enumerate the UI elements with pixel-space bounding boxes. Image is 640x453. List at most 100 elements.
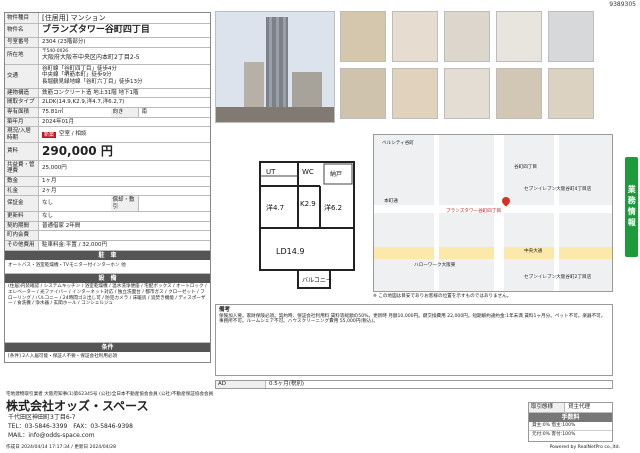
- map-note: ※ この地図は目安でありお客様の位置を示すものではありません。: [373, 294, 512, 299]
- equipment-text: (住居)内装確認 / システムキッチン / 浴室乾燥機 / 温水洗浄便座 / 宅…: [5, 283, 210, 344]
- guarantee: なし: [42, 200, 54, 207]
- label: 更新料: [5, 212, 39, 221]
- label: 物件名: [5, 24, 39, 38]
- label: 間取タイプ: [5, 98, 39, 107]
- management-fee: 25,000円: [42, 165, 67, 172]
- interior-photo: [340, 68, 386, 119]
- structure: 鉄筋コンクリート造 地上31階 地下1階: [42, 89, 139, 96]
- map-label: セブンイレブン大阪谷町4丁目店: [524, 187, 592, 192]
- plan-label: 納戸: [330, 170, 342, 178]
- label: 向き: [110, 107, 139, 117]
- interior-photo: [392, 68, 438, 119]
- conditions-heading: 条件: [5, 343, 210, 353]
- map-label: ベルシティ谷町: [382, 141, 414, 146]
- label: 保証金: [5, 196, 39, 212]
- new-badge: 新築: [42, 131, 57, 138]
- trade-label: 取引態様: [529, 403, 565, 412]
- access-line: 長堀鶴見緑地線「谷町六丁目」徒歩13分: [42, 78, 143, 85]
- interior-photo: [548, 11, 594, 62]
- equipment-heading: 設 備: [5, 273, 210, 284]
- label: 償却・敷引: [110, 196, 139, 212]
- interior-photo: [496, 68, 542, 119]
- label: 賃料: [5, 143, 39, 160]
- business-info-tab[interactable]: 業務情報: [625, 157, 638, 257]
- parking-heading: 駐 車: [5, 250, 210, 260]
- plan-label: バルコニー: [302, 277, 332, 284]
- contract-period: 普通借家 2年間: [42, 222, 81, 229]
- label: 町内会費: [5, 231, 39, 241]
- map-label: ハローワーク大阪東: [414, 263, 456, 268]
- ad-row: AD 0.5ヶ月(税別): [215, 380, 613, 389]
- plan-label: K2.9: [300, 200, 316, 208]
- interior-photo: [340, 11, 386, 62]
- sheet-number: 9389305: [609, 1, 636, 8]
- footer-right: Powered by RealNetPro co.,ltd.: [549, 445, 620, 450]
- tower-icon: [216, 12, 334, 122]
- label: 所在地: [5, 47, 39, 64]
- label: 現況/入居時期: [5, 127, 39, 143]
- conditions-text: [条件] 2人入居可能・保証人不要・保証会社利用必須: [8, 354, 118, 360]
- amortization: [139, 196, 211, 211]
- company-address: 千代田区神田町3丁目6-7: [8, 414, 76, 421]
- plan-label: 洋4.7: [266, 203, 284, 212]
- label: 契約期間: [5, 221, 39, 231]
- label: 建物構造: [5, 88, 39, 98]
- label: 専有面積: [5, 107, 39, 117]
- label: 敷金: [5, 176, 39, 186]
- ad-value: 0.5ヶ月(税別): [269, 381, 305, 388]
- interior-photo: [444, 68, 490, 119]
- fee-row: 元付:0% 客付:100%: [532, 431, 576, 437]
- rent: 290,000 円: [42, 144, 113, 159]
- map-label: ブランズタワー谷町四丁目: [446, 209, 502, 214]
- trade-box: 取引態様 貸主代理 手数料 貸主:0% 借主:100% 元付:0% 客付:100%: [528, 402, 613, 442]
- plan-label: WC: [302, 168, 314, 176]
- remarks-box: 備考 保険加入要。家財保険必須。契約時、保証会社利用料 賃料等総額の50%。更新…: [215, 304, 613, 376]
- map-label: セブンイレブン大阪谷町2丁目店: [524, 275, 592, 280]
- plan-label: UT: [266, 168, 276, 176]
- address: 大阪府大阪市中央区内本町2丁目2-5: [42, 54, 140, 62]
- plan-label: LD14.9: [276, 247, 304, 256]
- remarks-text: 保険加入要。家財保険必須。契約時、保証会社利用料 賃料等総額の50%。更新時 月…: [219, 313, 606, 325]
- area: 75.81㎡: [42, 108, 64, 115]
- floor-plan: UT WC 洋4.7 K2.9 洋6.2 LD14.9 バルコニー 納戸: [236, 136, 360, 296]
- built-date: 2024年01月: [42, 118, 74, 125]
- fee-heading: 手数料: [529, 412, 612, 422]
- label: 号室番号: [5, 38, 39, 47]
- map[interactable]: ベルシティ谷町 本町通 谷町四丁目 中央大通 ハローワーク大阪東 セブンイレブン…: [373, 134, 613, 292]
- room-number: 2304 (23階部分): [42, 39, 86, 46]
- building-photo: [215, 11, 335, 123]
- interior-photo: [548, 68, 594, 119]
- interior-photo: [392, 11, 438, 62]
- fee-row: 貸主:0% 借主:100%: [529, 422, 612, 431]
- company-mail: MAIL：info@odds-space.com: [8, 432, 95, 439]
- ad-label: AD: [216, 381, 266, 388]
- parking-text: オートバス・浴室乾燥機・TVモニター付インターホン 他: [5, 260, 210, 274]
- label: 築年月: [5, 117, 39, 127]
- floor-plan-drawing: UT WC 洋4.7 K2.9 洋6.2 LD14.9 バルコニー 納戸: [259, 161, 355, 289]
- map-label: 谷町四丁目: [514, 165, 537, 170]
- label: 交通: [5, 64, 39, 88]
- property-table: 物件種目 [住居用] マンション 物件名 ブランズタワー谷町四丁目 号室番号 2304…: [4, 12, 211, 364]
- deposit: 1ヶ月: [42, 177, 57, 184]
- property-name: ブランズタワー谷町四丁目: [42, 25, 150, 36]
- label: 物件種目: [5, 13, 39, 24]
- remarks-heading: 備考: [219, 307, 231, 313]
- access-line: 中央線「堺筋本町」徒歩9分: [42, 72, 112, 79]
- renewal-fee: なし: [42, 213, 54, 220]
- label: 礼金: [5, 186, 39, 196]
- plan-label: 洋6.2: [324, 203, 342, 212]
- interior-photo: [444, 11, 490, 62]
- trade-value: 貸主代理: [568, 404, 591, 410]
- other-fees: 駐車料金:平置 / 32,000円: [42, 242, 107, 249]
- layout: 2LDK(14.9,K2.9,洋4.7,洋6.2,7): [42, 99, 125, 106]
- property-type: [住居用] マンション: [42, 14, 106, 22]
- interior-photo: [496, 11, 542, 62]
- neighborhood-fee: [39, 231, 210, 240]
- status: 空室 / 相談: [59, 131, 87, 138]
- label: その他費用: [5, 241, 39, 250]
- company-tel: TEL：03-5846-3399 FAX：03-5846-9398: [8, 423, 133, 430]
- key-money: 2ヶ月: [42, 187, 57, 194]
- label: 共益費・管理費: [5, 160, 39, 176]
- license-info: 宅地建物取引業者 大阪府知事(1)第62345号 (公社)全日本不動産協会会員 …: [6, 392, 214, 397]
- company-name: 株式会社オッズ・スペース: [6, 399, 149, 413]
